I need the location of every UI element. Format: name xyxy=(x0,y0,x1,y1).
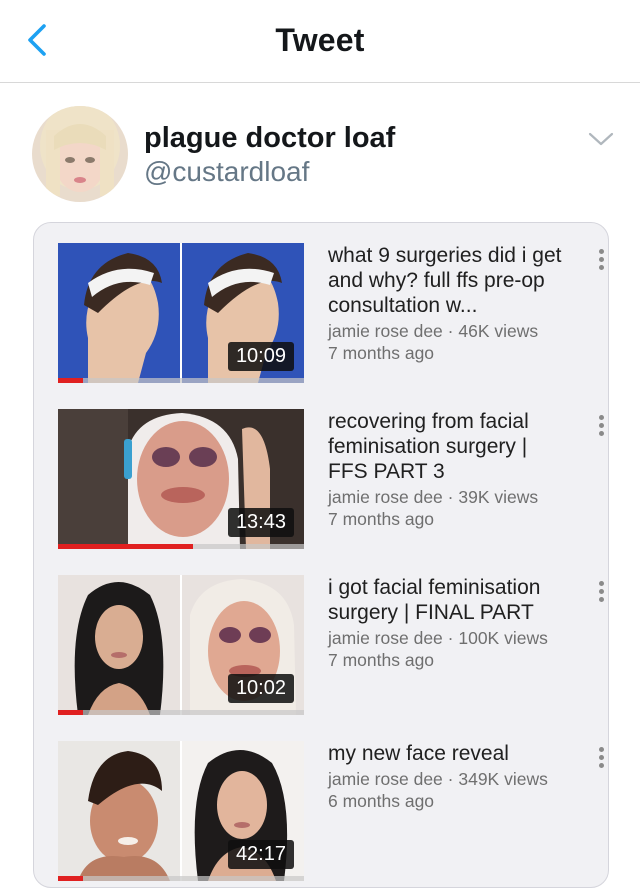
view-count: 349K views xyxy=(458,769,548,789)
video-title[interactable]: my new face reveal xyxy=(328,741,568,766)
video-text: i got facial feminisation surgery | FINA… xyxy=(328,575,568,671)
video-duration: 13:43 xyxy=(227,508,294,537)
video-meta: jamie rose dee · 39K views 7 months ago xyxy=(328,486,568,530)
view-count: 46K views xyxy=(458,321,539,341)
watch-progress xyxy=(58,544,194,549)
watch-progress xyxy=(58,876,83,881)
chevron-down-icon xyxy=(588,132,614,146)
more-options-icon[interactable] xyxy=(594,415,608,441)
more-options-icon[interactable] xyxy=(594,747,608,773)
video-item[interactable]: 10:02 i got facial feminisation surgery … xyxy=(58,575,604,715)
video-meta: jamie rose dee · 46K views 7 months ago xyxy=(328,320,568,364)
meta-separator: · xyxy=(442,628,459,648)
channel-name: jamie rose dee xyxy=(328,628,443,648)
video-duration: 42:17 xyxy=(227,840,294,869)
view-count: 100K views xyxy=(458,628,548,648)
tweet-options-button[interactable] xyxy=(588,130,614,148)
video-title[interactable]: what 9 surgeries did i get and why? full… xyxy=(328,243,568,318)
watch-progress-track xyxy=(58,378,304,383)
upload-age: 7 months ago xyxy=(328,343,435,363)
video-thumbnail[interactable]: 10:09 xyxy=(58,243,304,383)
video-title[interactable]: i got facial feminisation surgery | FINA… xyxy=(328,575,568,625)
meta-separator: · xyxy=(442,769,459,789)
upload-age: 7 months ago xyxy=(328,650,435,670)
navigation-bar: Tweet xyxy=(0,0,640,83)
video-meta: jamie rose dee · 100K views 7 months ago xyxy=(328,627,568,671)
view-count: 39K views xyxy=(458,487,539,507)
video-meta: jamie rose dee · 349K views 6 months ago xyxy=(328,768,568,812)
channel-name: jamie rose dee xyxy=(328,321,443,341)
meta-separator: · xyxy=(442,321,459,341)
video-item[interactable]: 10:09 what 9 surgeries did i get and why… xyxy=(58,243,604,383)
meta-separator: · xyxy=(442,487,459,507)
video-thumbnail[interactable]: 42:17 xyxy=(58,741,304,881)
video-thumbnail[interactable]: 10:02 xyxy=(58,575,304,715)
page-title: Tweet xyxy=(275,22,365,58)
video-text: what 9 surgeries did i get and why? full… xyxy=(328,243,568,364)
watch-progress-track xyxy=(58,876,304,881)
video-text: my new face reveal jamie rose dee · 349K… xyxy=(328,741,568,812)
video-item[interactable]: 42:17 my new face reveal jamie rose dee … xyxy=(58,741,604,881)
avatar[interactable] xyxy=(32,106,128,202)
video-text: recovering from facial feminisation surg… xyxy=(328,409,568,530)
display-name[interactable]: plague doctor loaf xyxy=(144,122,395,155)
watch-progress xyxy=(58,378,83,383)
watch-progress xyxy=(58,710,83,715)
video-duration: 10:02 xyxy=(227,674,294,703)
video-thumbnail[interactable]: 13:43 xyxy=(58,409,304,549)
channel-name: jamie rose dee xyxy=(328,487,443,507)
user-handle[interactable]: @custardloaf xyxy=(144,156,309,188)
video-duration: 10:09 xyxy=(227,342,294,371)
more-options-icon[interactable] xyxy=(594,581,608,607)
video-card: 10:09 what 9 surgeries did i get and why… xyxy=(33,222,609,888)
video-title[interactable]: recovering from facial feminisation surg… xyxy=(328,409,568,484)
upload-age: 6 months ago xyxy=(328,791,435,811)
more-options-icon[interactable] xyxy=(594,249,608,275)
video-item[interactable]: 13:43 recovering from facial feminisatio… xyxy=(58,409,604,549)
watch-progress-track xyxy=(58,710,304,715)
channel-name: jamie rose dee xyxy=(328,769,443,789)
upload-age: 7 months ago xyxy=(328,509,435,529)
tweet-author: plague doctor loaf @custardloaf xyxy=(32,106,622,206)
